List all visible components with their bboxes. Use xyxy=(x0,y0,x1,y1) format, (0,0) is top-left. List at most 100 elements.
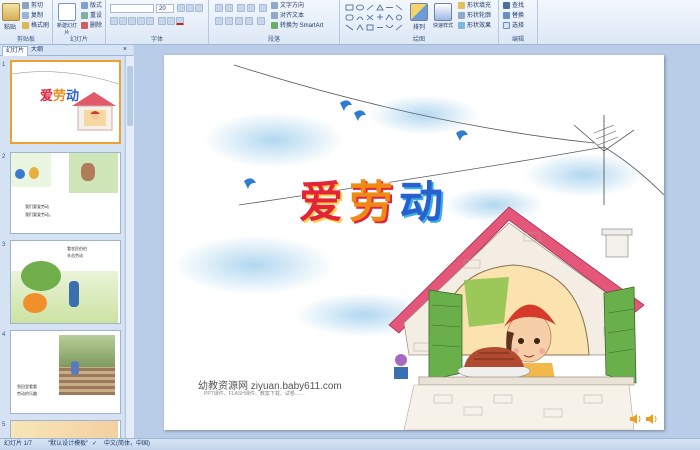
slide-title[interactable]: 爱劳动 xyxy=(299,173,539,233)
find-label: 查找 xyxy=(512,3,525,10)
spellcheck-icon[interactable]: ✓ xyxy=(92,439,97,450)
select-button[interactable]: 选择 xyxy=(503,22,524,31)
bold-button[interactable] xyxy=(110,17,118,25)
paragraph-group: 文字方向 对齐文本 转换为 SmartArt 段落 xyxy=(209,0,340,44)
close-panel-icon[interactable]: × xyxy=(123,46,127,53)
columns-button[interactable] xyxy=(257,17,265,25)
font-color-button[interactable] xyxy=(176,17,184,25)
find-button[interactable]: 查找 xyxy=(503,2,524,11)
decrease-indent-button[interactable] xyxy=(237,4,245,12)
drawing-group-label: 绘图 xyxy=(412,37,425,43)
italic-button[interactable] xyxy=(119,17,127,25)
shape-fill-button[interactable]: 形状填充 xyxy=(458,2,491,11)
new-slide-icon xyxy=(58,3,76,21)
numbering-button[interactable] xyxy=(225,4,233,12)
arrange-icon xyxy=(410,3,428,21)
reset-button[interactable]: 重设 xyxy=(81,12,102,21)
slide-thumbnail-1[interactable]: 爱劳动 xyxy=(10,60,121,144)
slides-group-label: 幻灯片 xyxy=(69,37,88,43)
clipboard-group: 粘贴 剪切 复制 格式刷 剪贴板 xyxy=(0,0,53,44)
paste-button[interactable]: 粘贴 xyxy=(2,3,20,31)
slide-thumbnail-4[interactable]: 到田里看看 劳动的乐趣 xyxy=(10,330,121,414)
cut-label: 剪切 xyxy=(31,3,44,10)
shadow-button[interactable] xyxy=(137,17,145,25)
tab-slides[interactable]: 幻灯片 xyxy=(2,46,29,56)
scrollbar-thumb[interactable] xyxy=(127,66,133,126)
align-text-button[interactable]: 对齐文本 xyxy=(271,12,304,21)
font-size-combo[interactable]: 20 xyxy=(156,4,174,13)
slide-thumbnail-3[interactable]: 看农民伯伯 辛苦劳动 xyxy=(10,240,121,324)
increase-indent-button[interactable] xyxy=(247,4,255,12)
thumb-number: 3 xyxy=(2,242,6,248)
char-spacing-button[interactable] xyxy=(158,17,166,25)
new-slide-button[interactable]: 新建幻灯片 xyxy=(56,3,78,36)
shape-effects-label: 形状效果 xyxy=(467,23,492,30)
bullets-button[interactable] xyxy=(215,4,223,12)
shape-fill-label: 形状填充 xyxy=(467,3,492,10)
thumb-2-line-2: 我们要爱劳动。 xyxy=(25,212,53,217)
language-indicator: 中文(简体，中国) xyxy=(104,441,150,447)
change-case-button[interactable] xyxy=(167,17,175,25)
copy-icon xyxy=(22,12,29,19)
thumb-number: 1 xyxy=(2,62,6,68)
shapes-gallery[interactable] xyxy=(344,3,406,33)
fill-bucket-icon xyxy=(458,2,465,9)
title-char-2: 劳 xyxy=(349,177,399,228)
thumbnail-pane: 1 爱劳动 2 我们要爱劳动 我们要爱劳动。 3 看农民伯伯 辛苦劳动 4 到田… xyxy=(0,56,124,438)
thumb-3-line-1: 看农民伯伯 xyxy=(67,246,87,251)
underline-button[interactable] xyxy=(128,17,136,25)
slide-thumbnail-2[interactable]: 我们要爱劳动 我们要爱劳动。 xyxy=(10,152,121,234)
format-painter-label: 格式刷 xyxy=(31,23,50,30)
thumb-number: 4 xyxy=(2,332,6,338)
slide-thumbnail-5[interactable] xyxy=(10,420,121,438)
slide-panel-tabs: 幻灯片 大纲 × xyxy=(0,45,133,56)
delete-icon xyxy=(81,22,88,29)
status-bar: 幻灯片 1/7 "默认设计模板" ✓ 中文(简体，中国) xyxy=(0,438,700,450)
thumb-2-line-1: 我们要爱劳动 xyxy=(25,204,49,209)
thumb-1-art: 爱劳动 xyxy=(12,71,119,131)
align-left-button[interactable] xyxy=(215,17,223,25)
sound-icons[interactable] xyxy=(628,412,662,426)
drawing-group: 排列 快速样式 形状填充 形状轮廓 形状效果 绘图 xyxy=(340,0,499,44)
grow-font-button[interactable] xyxy=(177,4,185,12)
font-name-combo[interactable] xyxy=(110,4,154,13)
align-right-button[interactable] xyxy=(235,17,243,25)
clear-format-button[interactable] xyxy=(195,4,203,12)
layout-button[interactable]: 版式 xyxy=(81,2,102,11)
paste-icon xyxy=(2,3,20,21)
thumb-number: 2 xyxy=(2,154,6,160)
arrange-button[interactable]: 排列 xyxy=(410,3,428,31)
text-direction-button[interactable]: 文字方向 xyxy=(271,2,304,11)
align-text-icon xyxy=(271,12,278,19)
tab-outline[interactable]: 大纲 xyxy=(28,46,46,55)
theme-name: "默认设计模板" xyxy=(48,441,89,447)
paragraph-group-label: 段落 xyxy=(267,37,280,43)
thumbnail-scrollbar[interactable] xyxy=(125,56,134,438)
reset-label: 重设 xyxy=(90,13,103,20)
smartart-button[interactable]: 转换为 SmartArt xyxy=(271,22,323,31)
thumb-3-line-2: 辛苦劳动 xyxy=(67,253,83,258)
copy-button[interactable]: 复制 xyxy=(22,12,43,21)
font-group-label: 字体 xyxy=(150,37,163,43)
pen-icon xyxy=(458,12,465,19)
quick-styles-button[interactable]: 快速样式 xyxy=(432,3,454,29)
smartart-label: 转换为 SmartArt xyxy=(280,23,324,30)
speaker-icon xyxy=(646,414,657,424)
cut-button[interactable]: 剪切 xyxy=(22,2,43,11)
align-center-button[interactable] xyxy=(225,17,233,25)
strikethrough-button[interactable] xyxy=(146,17,154,25)
title-char-1: 爱 xyxy=(299,177,349,228)
format-painter-button[interactable]: 格式刷 xyxy=(22,22,49,31)
shrink-font-button[interactable] xyxy=(186,4,194,12)
align-text-label: 对齐文本 xyxy=(280,13,305,20)
shape-outline-button[interactable]: 形状轮廓 xyxy=(458,12,491,21)
thumb-4-line-2: 劳动的乐趣 xyxy=(17,391,37,396)
delete-button[interactable]: 删除 xyxy=(81,22,102,31)
slide-illustration xyxy=(174,64,664,430)
line-spacing-button[interactable] xyxy=(259,4,267,12)
replace-button[interactable]: 替换 xyxy=(503,12,524,21)
slide-canvas[interactable]: 爱劳动 幼教资源网 ziyuan.baby611.com PPT课件、FLASH… xyxy=(164,55,664,430)
shape-effects-button[interactable]: 形状效果 xyxy=(458,22,491,31)
justify-button[interactable] xyxy=(245,17,253,25)
thumb-1-title: 爱劳动 xyxy=(40,88,79,104)
